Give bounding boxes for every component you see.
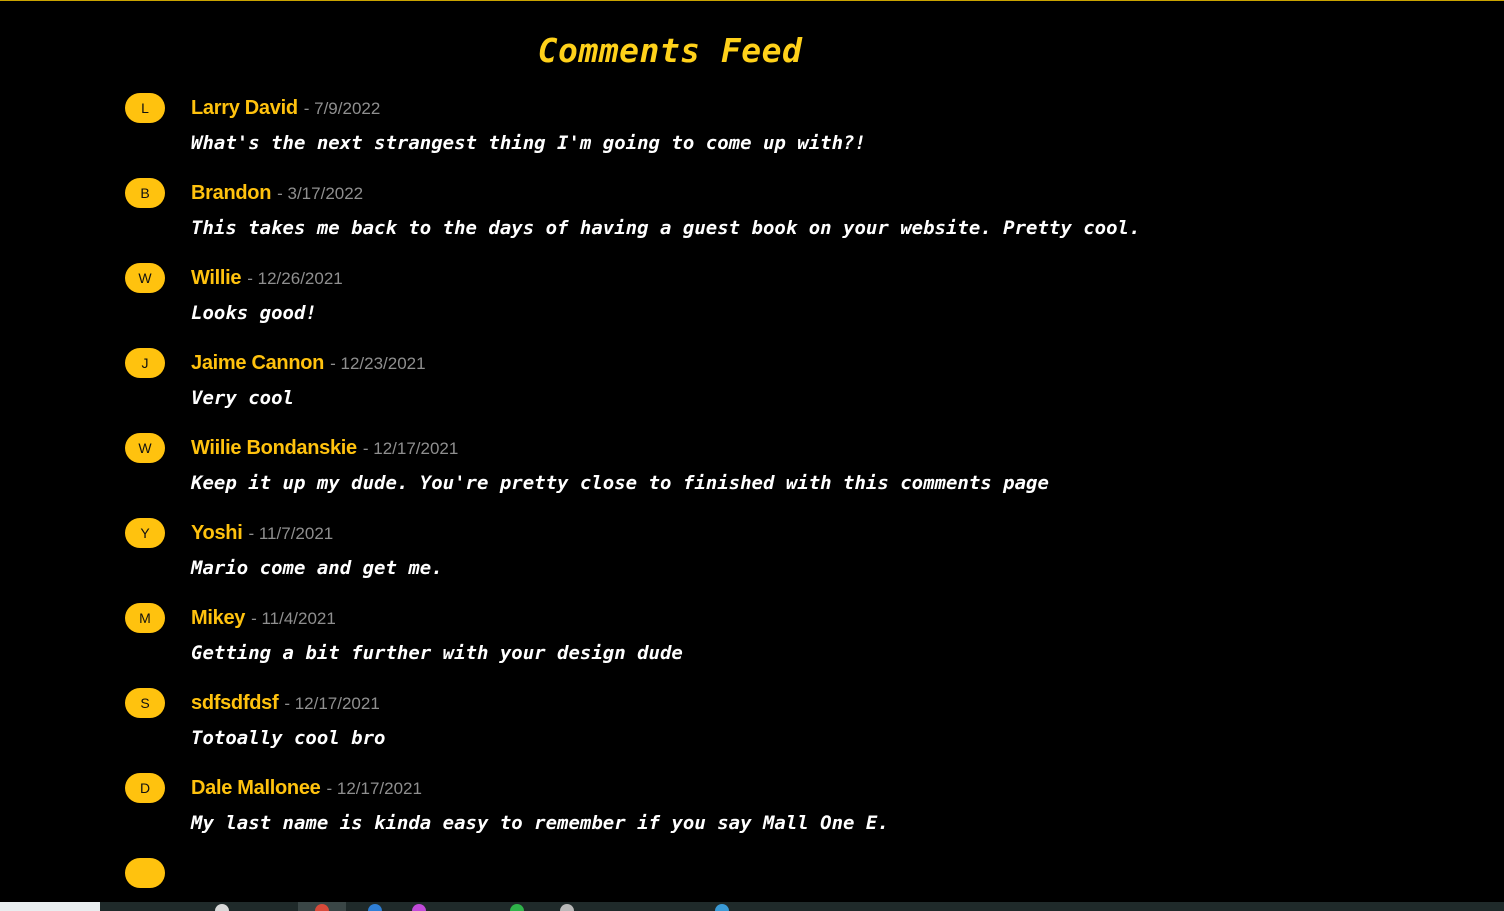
avatar: W [125, 263, 165, 293]
comment-text: Looks good! [191, 302, 317, 324]
comment-author: Larry David [191, 97, 298, 119]
comment-text: My last name is kinda easy to remember i… [191, 812, 889, 834]
comment-date: - 11/7/2021 [248, 524, 334, 543]
page-title: Comments Feed [537, 31, 803, 70]
avatar: M [125, 603, 165, 633]
comment-date: - 3/17/2022 [277, 184, 364, 203]
chrome-icon[interactable] [315, 904, 329, 911]
start-button-icon[interactable] [0, 902, 100, 911]
comment-item: M Mikey - 11/4/2021 Getting a bit further… [125, 603, 1225, 668]
comment-text: Keep it up my dude. You're pretty close … [191, 472, 1049, 494]
comment-text: Mario come and get me. [191, 557, 443, 579]
avatar: W [125, 433, 165, 463]
avatar: B [125, 178, 165, 208]
comment-author: Brandon [191, 182, 272, 204]
app-icon[interactable] [715, 904, 729, 911]
comment-text: This takes me back to the days of having… [191, 217, 1141, 239]
avatar: L [125, 93, 165, 123]
comment-date: - 7/9/2022 [303, 99, 381, 118]
comment-item: W Wiilie Bondanskie - 12/17/2021 Keep it … [125, 433, 1225, 498]
avatar: S [125, 688, 165, 718]
app-icon[interactable] [412, 904, 426, 911]
comments-page: Comments Feed L Larry David - 7/9/2022 Wh… [0, 0, 1504, 911]
comment-date: - 12/26/2021 [247, 269, 343, 288]
file-explorer-icon[interactable] [215, 904, 229, 911]
comment-date: - 12/17/2021 [284, 694, 380, 713]
comment-item: Y Yoshi - 11/7/2021 Mario come and get me… [125, 518, 1225, 583]
comment-text: Getting a bit further with your design d… [191, 642, 683, 664]
comment-item: B Brandon - 3/17/2022 This takes me back … [125, 178, 1225, 243]
taskbar [0, 902, 1504, 911]
comment-author: Yoshi [191, 522, 243, 544]
app-icon[interactable] [560, 904, 574, 911]
edge-icon[interactable] [368, 904, 382, 911]
comment-author: Dale Mallonee [191, 777, 321, 799]
comment-item: L Larry David - 7/9/2022 What's the next … [125, 93, 1225, 158]
comment-author: Wiilie Bondanskie [191, 437, 357, 459]
avatar [125, 858, 165, 888]
comment-author: Willie [191, 267, 242, 289]
comment-date: - 12/17/2021 [326, 779, 422, 798]
app-icon[interactable] [510, 904, 524, 911]
avatar: D [125, 773, 165, 803]
comment-text: Very cool [191, 387, 294, 409]
comment-item: J Jaime Cannon - 12/23/2021 Very cool [125, 348, 1225, 413]
comment-date: - 11/4/2021 [251, 609, 336, 628]
comment-date: - 12/17/2021 [362, 439, 459, 458]
comment-author: sdfsdfdsf [191, 692, 279, 714]
comment-item: W Willie - 12/26/2021 Looks good! [125, 263, 1225, 328]
avatar: Y [125, 518, 165, 548]
comment-item: D Dale Mallonee - 12/17/2021 My last name… [125, 773, 1225, 838]
comment-author: Mikey [191, 607, 246, 629]
comments-feed: L Larry David - 7/9/2022 What's the next … [125, 93, 1225, 888]
comment-item: S sdfsdfdsf - 12/17/2021 Totoally cool br… [125, 688, 1225, 753]
comment-text: Totoally cool bro [191, 727, 386, 749]
comment-text: What's the next strangest thing I'm goin… [191, 132, 866, 154]
avatar: J [125, 348, 165, 378]
comment-date: - 12/23/2021 [330, 354, 426, 373]
comment-author: Jaime Cannon [191, 352, 325, 374]
